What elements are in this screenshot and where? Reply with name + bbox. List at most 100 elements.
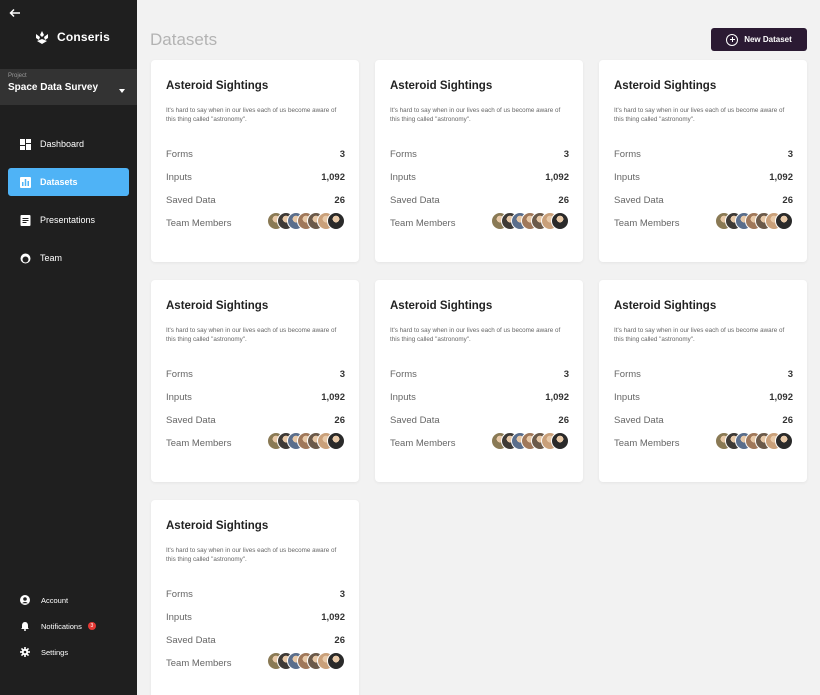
stat-label: Saved Data [390,415,440,426]
stat-team-members: Team Members [390,212,569,230]
stat-label: Team Members [614,218,680,229]
app-name: Conseris [57,30,110,44]
card-description: It's hard to say when in our lives each … [166,107,337,123]
stat-label: Saved Data [166,635,216,646]
stat-value: 3 [339,149,345,160]
avatar [775,432,793,450]
nav-label: Datasets [40,177,78,187]
dataset-card[interactable]: Asteroid Sightings It's hard to say when… [599,60,807,262]
stat-value: 1,092 [545,172,569,183]
stat-label: Saved Data [614,415,664,426]
conseris-logo-icon [36,31,48,44]
dataset-card[interactable]: Asteroid Sightings It's hard to say when… [151,280,359,482]
avatar-stack[interactable] [715,212,793,230]
stat-label: Team Members [390,438,456,449]
stat-forms: Forms 3 [166,149,345,161]
avatar-stack[interactable] [267,432,345,450]
avatar-stack[interactable] [715,432,793,450]
stat-value: 3 [339,369,345,380]
stat-value: 1,092 [321,172,345,183]
notification-badge: 3 [87,622,96,630]
page-title: Datasets [150,30,218,49]
dataset-card[interactable]: Asteroid Sightings It's hard to say when… [375,280,583,482]
stat-value: 26 [334,415,345,426]
stat-team-members: Team Members [166,432,345,450]
nav-item-team[interactable]: Team [8,244,129,272]
settings-link[interactable]: Settings [20,644,96,660]
stat-label: Inputs [166,172,192,183]
stat-value: 3 [787,149,793,160]
stat-label: Forms [390,369,417,380]
stat-value: 26 [334,195,345,206]
card-description: It's hard to say when in our lives each … [166,547,337,563]
nav-item-datasets[interactable]: Datasets [8,168,129,196]
stat-saved-data: Saved Data 26 [614,195,793,207]
stat-label: Inputs [390,392,416,403]
dataset-card[interactable]: Asteroid Sightings It's hard to say when… [599,280,807,482]
avatar [327,212,345,230]
nav-item-dashboard[interactable]: Dashboard [8,130,129,158]
avatar [775,212,793,230]
dataset-card[interactable]: Asteroid Sightings It's hard to say when… [375,60,583,262]
avatar-stack[interactable] [267,212,345,230]
stat-label: Team Members [166,218,232,229]
stat-label: Team Members [614,438,680,449]
stat-forms: Forms 3 [390,149,569,161]
stat-value: 3 [787,369,793,380]
stat-saved-data: Saved Data 26 [166,195,345,207]
avatar-stack[interactable] [267,652,345,670]
card-title: Asteroid Sightings [166,80,269,92]
project-label: Project [8,73,27,79]
card-description: It's hard to say when in our lives each … [614,327,785,343]
dataset-card[interactable]: Asteroid Sightings It's hard to say when… [151,500,359,695]
stat-label: Team Members [166,658,232,669]
stat-value: 1,092 [321,392,345,403]
project-selector[interactable]: Project Space Data Survey [0,69,137,105]
document-icon [20,214,31,226]
stat-forms: Forms 3 [166,589,345,601]
card-title: Asteroid Sightings [614,80,717,92]
stat-label: Inputs [390,172,416,183]
stat-saved-data: Saved Data 26 [166,635,345,647]
notifications-link[interactable]: Notifications 3 [20,618,96,634]
back-arrow-icon[interactable] [8,6,22,20]
card-title: Asteroid Sightings [166,300,269,312]
stat-label: Forms [166,589,193,600]
dataset-card[interactable]: Asteroid Sightings It's hard to say when… [151,60,359,262]
stat-value: 26 [782,415,793,426]
stat-label: Team Members [166,438,232,449]
account-label: Account [41,595,69,605]
settings-label: Settings [41,647,69,657]
stat-label: Forms [390,149,417,160]
dashboard-icon [20,138,31,150]
card-title: Asteroid Sightings [390,80,493,92]
team-icon [20,253,31,263]
bell-icon [21,622,29,631]
card-title: Asteroid Sightings [166,520,269,532]
stat-value: 26 [558,415,569,426]
stat-label: Forms [614,369,641,380]
stat-forms: Forms 3 [166,369,345,381]
stat-team-members: Team Members [166,212,345,230]
stat-saved-data: Saved Data 26 [614,415,793,427]
stat-label: Saved Data [166,415,216,426]
new-dataset-button[interactable]: New Dataset [711,28,807,51]
brand: Conseris [33,28,110,46]
stat-label: Saved Data [166,195,216,206]
stat-label: Team Members [390,218,456,229]
card-title: Asteroid Sightings [390,300,493,312]
stat-value: 1,092 [769,392,793,403]
stat-saved-data: Saved Data 26 [166,415,345,427]
stat-value: 26 [334,635,345,646]
nav-item-presentations[interactable]: Presentations [8,206,129,234]
avatar-stack[interactable] [491,432,569,450]
account-link[interactable]: Account [20,592,96,608]
stat-label: Saved Data [390,195,440,206]
nav-label: Team [40,253,63,263]
stat-label: Inputs [614,172,640,183]
stat-value: 3 [563,369,569,380]
stat-team-members: Team Members [390,432,569,450]
stat-forms: Forms 3 [614,149,793,161]
stat-saved-data: Saved Data 26 [390,415,569,427]
avatar-stack[interactable] [491,212,569,230]
